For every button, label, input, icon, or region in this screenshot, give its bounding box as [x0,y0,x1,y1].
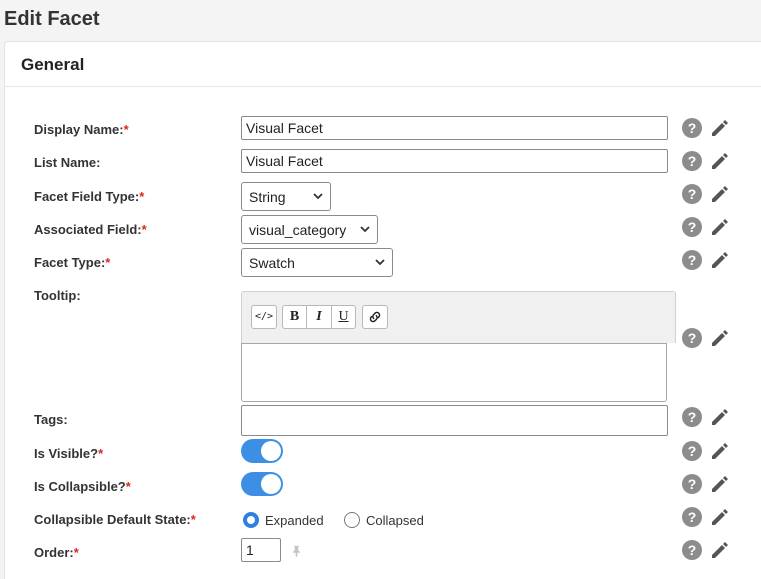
page-title: Edit Facet [4,8,100,30]
help-icon[interactable]: ? [682,507,702,527]
display-name-label: Display Name:* [34,122,129,137]
expanded-radio-label[interactable]: Expanded [265,513,324,528]
bold-button[interactable]: B [282,305,307,329]
associated-field-select[interactable]: visual_category [241,215,378,244]
is-collapsible-toggle[interactable] [241,472,283,496]
tooltip-label: Tooltip: [34,288,81,303]
tags-label: Tags: [34,412,68,427]
collapsible-default-state-label: Collapsible Default State:* [34,512,196,527]
pencil-icon[interactable] [709,216,731,238]
order-label: Order:* [34,545,79,560]
collapsed-radio[interactable] [344,512,360,528]
associated-field-label: Associated Field:* [34,222,147,237]
pin-icon[interactable] [291,545,302,557]
list-name-label: List Name: [34,155,101,170]
italic-button[interactable]: I [306,305,332,329]
chevron-down-icon [313,193,323,200]
facet-field-type-label: Facet Field Type:* [34,189,145,204]
help-icon[interactable]: ? [682,217,702,237]
pencil-icon[interactable] [709,440,731,462]
editor-toolbar: </> B I U [241,291,676,343]
pencil-icon[interactable] [709,539,731,561]
is-visible-label: Is Visible?* [34,446,104,461]
is-visible-toggle[interactable] [241,439,283,463]
pencil-icon[interactable] [709,327,731,349]
toggle-knob [261,441,281,461]
pencil-icon[interactable] [709,406,731,428]
facet-type-label: Facet Type:* [34,255,111,270]
pencil-icon[interactable] [709,506,731,528]
help-icon[interactable]: ? [682,184,702,204]
help-icon[interactable]: ? [682,118,702,138]
toggle-knob [261,474,281,494]
pencil-icon[interactable] [709,249,731,271]
is-collapsible-label: Is Collapsible?* [34,479,131,494]
collapsed-radio-label[interactable]: Collapsed [366,513,424,528]
link-icon [369,311,381,323]
order-input[interactable]: 1 [241,538,281,562]
source-code-button[interactable]: </> [251,305,277,329]
pencil-icon[interactable] [709,117,731,139]
tags-input[interactable] [241,405,668,436]
facet-type-select[interactable]: Swatch [241,248,393,277]
help-icon[interactable]: ? [682,328,702,348]
chevron-down-icon [375,259,385,266]
pencil-icon[interactable] [709,183,731,205]
list-name-input[interactable]: Visual Facet [241,149,668,173]
chevron-down-icon [360,226,370,233]
panel-header: General [5,42,761,87]
tooltip-editor[interactable] [241,343,667,402]
link-button[interactable] [362,305,388,329]
expanded-radio[interactable] [243,512,259,528]
facet-field-type-select[interactable]: String [241,182,331,211]
help-icon[interactable]: ? [682,540,702,560]
pencil-icon[interactable] [709,473,731,495]
help-icon[interactable]: ? [682,474,702,494]
help-icon[interactable]: ? [682,441,702,461]
underline-button[interactable]: U [331,305,356,329]
help-icon[interactable]: ? [682,407,702,427]
help-icon[interactable]: ? [682,151,702,171]
pencil-icon[interactable] [709,150,731,172]
help-icon[interactable]: ? [682,250,702,270]
display-name-input[interactable]: Visual Facet [241,116,668,140]
panel-title: General [21,55,85,74]
